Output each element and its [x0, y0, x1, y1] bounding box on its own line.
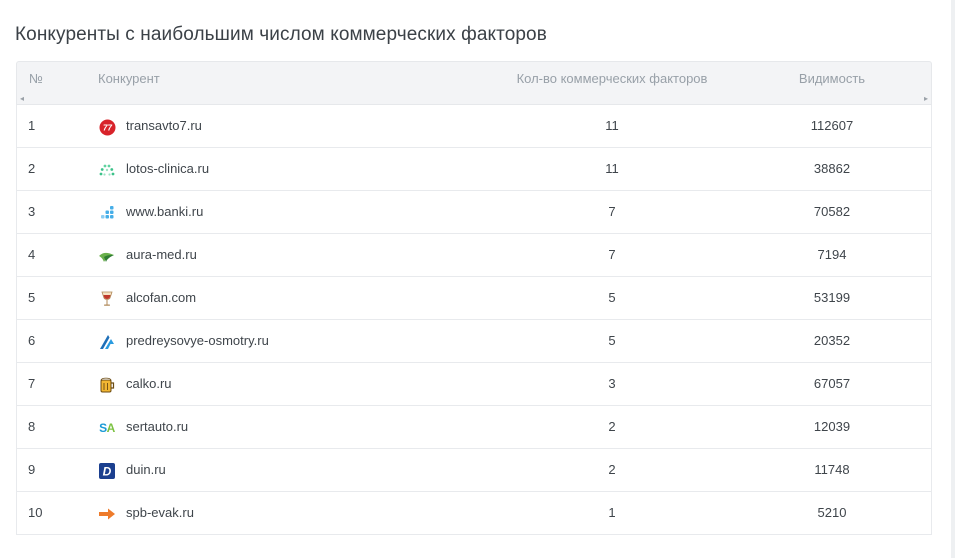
table-row: 6 predreysovye-osmotry.ru 5 20352: [16, 320, 932, 363]
alcofan-logo-icon: [98, 290, 116, 308]
competitor-site: aura-med.ru: [126, 247, 197, 262]
table-row: 3 www.banki.ru 7 70582: [16, 191, 932, 234]
row-number: 7: [28, 376, 36, 391]
factors-count: 1: [608, 505, 616, 520]
table-row: 1 77 transavto7.ru 11 112607: [16, 105, 932, 148]
visibility-value: 70582: [813, 204, 851, 219]
factors-count: 3: [608, 376, 616, 391]
duin-logo-icon: D: [98, 462, 116, 480]
duin-logo-text: D: [103, 465, 112, 479]
visibility-value: 20352: [813, 333, 851, 348]
scroll-left-icon[interactable]: ◂: [20, 95, 24, 103]
table-row: 2 lotos-clinica.ru 11 38862: [16, 148, 932, 191]
aura-med-logo-icon: [98, 247, 116, 265]
horizontal-scrollbar[interactable]: ◂ ▸: [17, 94, 931, 104]
row-number: 2: [28, 161, 36, 176]
competitor-site: predreysovye-osmotry.ru: [126, 333, 269, 348]
competitor-site: spb-evak.ru: [126, 505, 194, 520]
row-number: 6: [28, 333, 36, 348]
banki-logo-icon: [98, 204, 116, 222]
table-row: 4 aura-med.ru 7 7194: [16, 234, 932, 277]
column-header-factors[interactable]: Кол-во коммерческих факторов: [513, 71, 711, 86]
transavto7-logo-icon: 77: [98, 118, 116, 136]
spb-evak-logo-icon: [98, 505, 116, 523]
factors-count: 11: [605, 118, 619, 133]
competitor-site: calko.ru: [126, 376, 172, 391]
competitor-site: sertauto.ru: [126, 419, 189, 434]
table-header: № Конкурент Кол-во коммерческих факторов…: [16, 61, 932, 105]
row-number: 4: [28, 247, 36, 262]
visibility-value: 7194: [817, 247, 847, 262]
visibility-value: 38862: [813, 161, 851, 176]
table-row: 5 alcofan.com 5 53199: [16, 277, 932, 320]
table-row: 7 calko.ru 3 67057: [16, 363, 932, 406]
table-row: 9 D duin.ru 2 11748: [16, 449, 932, 492]
visibility-value: 11748: [814, 462, 850, 477]
competitor-site: lotos-clinica.ru: [126, 161, 210, 176]
factors-count: 11: [605, 161, 619, 176]
sertauto-logo-s: S: [99, 421, 107, 435]
predreysovye-logo-icon: [98, 333, 116, 351]
transavto7-logo-text: 77: [103, 123, 112, 132]
column-header-visibility[interactable]: Видимость: [771, 71, 893, 86]
calko-logo-icon: [98, 376, 116, 394]
factors-count: 5: [608, 333, 616, 348]
factors-count: 5: [608, 290, 616, 305]
row-number: 9: [28, 462, 36, 477]
row-number: 1: [28, 118, 36, 133]
visibility-value: 5210: [817, 505, 847, 520]
table-row: 8 SA sertauto.ru 2 12039: [16, 406, 932, 449]
sertauto-logo-icon: SA: [98, 419, 116, 437]
competitor-site: alcofan.com: [126, 290, 197, 305]
scroll-right-icon[interactable]: ▸: [924, 95, 928, 103]
visibility-value: 53199: [813, 290, 851, 305]
sertauto-logo-a: A: [106, 421, 116, 435]
factors-count: 2: [608, 462, 616, 477]
lotos-clinica-logo-icon: [98, 161, 116, 179]
row-number: 8: [28, 419, 36, 434]
page-right-edge: [951, 0, 955, 558]
panel-title: Конкуренты с наибольшим числом коммерчес…: [15, 24, 547, 45]
visibility-value: 112607: [810, 118, 854, 133]
row-number: 3: [28, 204, 36, 219]
visibility-value: 67057: [813, 376, 851, 391]
row-number: 5: [28, 290, 36, 305]
column-header-num[interactable]: №: [29, 71, 43, 86]
row-number: 10: [28, 505, 43, 520]
factors-count: 2: [608, 419, 616, 434]
competitor-site: duin.ru: [126, 462, 166, 477]
competitor-site: www.banki.ru: [126, 204, 204, 219]
factors-count: 7: [608, 247, 616, 262]
visibility-value: 12039: [813, 419, 851, 434]
table-row: 10 spb-evak.ru 1 5210: [16, 492, 932, 535]
competitors-table: № Конкурент Кол-во коммерческих факторов…: [16, 61, 932, 535]
competitor-site: transavto7.ru: [126, 118, 202, 133]
column-header-competitor[interactable]: Конкурент: [98, 71, 160, 86]
factors-count: 7: [608, 204, 616, 219]
page: Конкуренты с наибольшим числом коммерчес…: [0, 0, 955, 558]
